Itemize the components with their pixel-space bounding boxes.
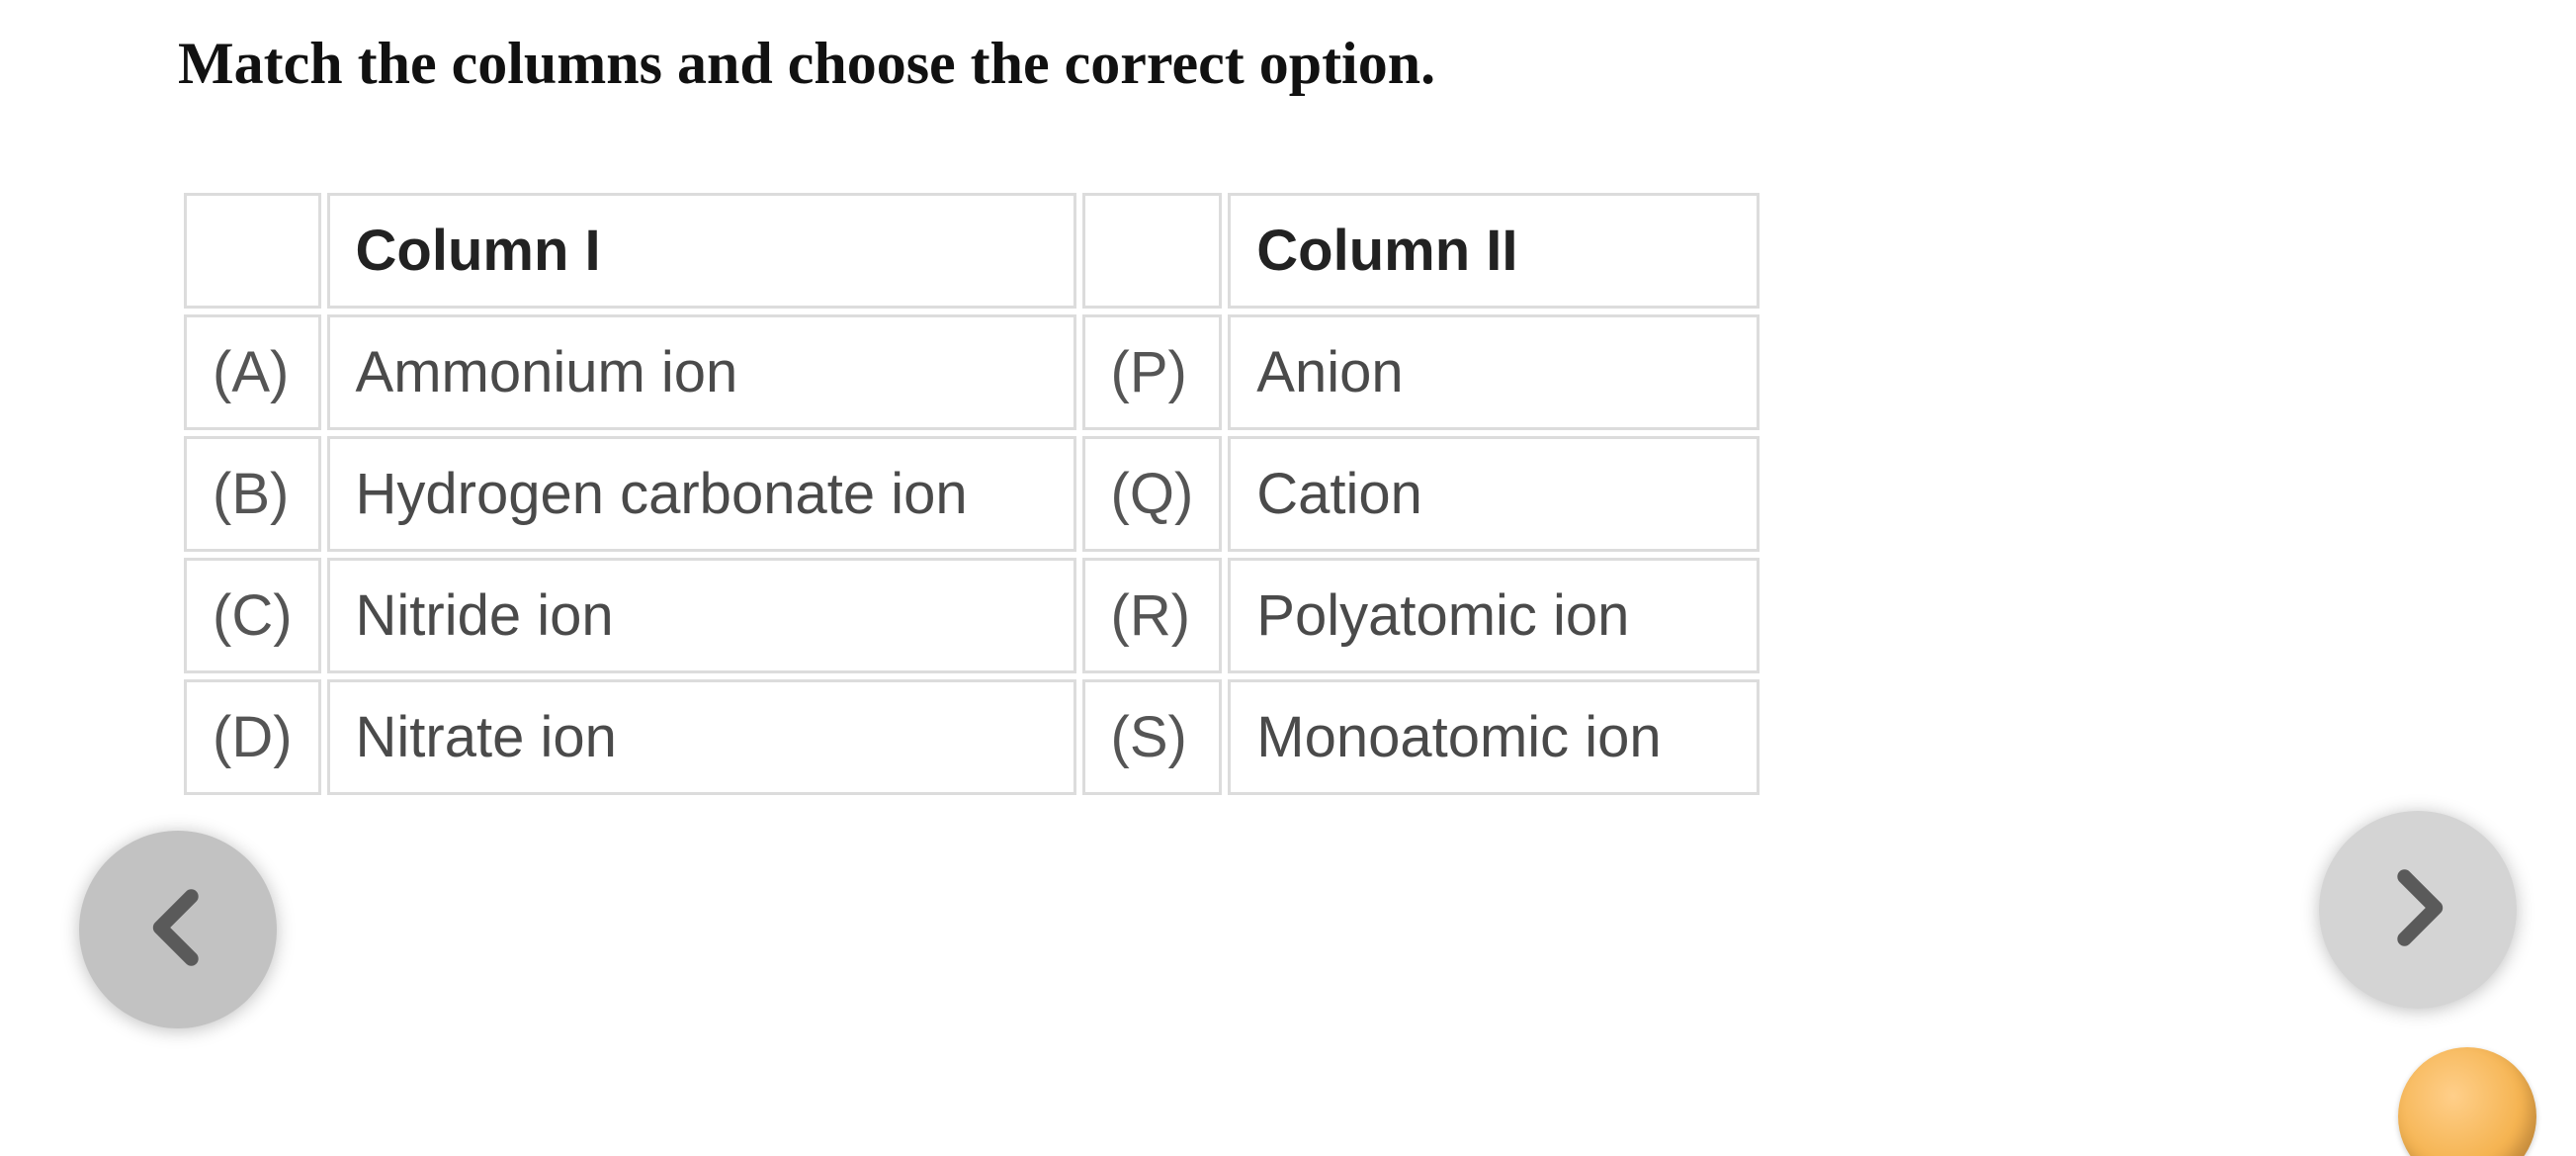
row-0-col2: Anion bbox=[1228, 314, 1760, 430]
row-2-label-2: (R) bbox=[1082, 558, 1223, 673]
row-0-col1: Ammonium ion bbox=[327, 314, 1076, 430]
previous-button[interactable] bbox=[79, 831, 277, 1028]
decorative-dot bbox=[2398, 1047, 2536, 1156]
question-heading: Match the columns and choose the correct… bbox=[178, 30, 2398, 98]
chevron-right-icon bbox=[2373, 863, 2462, 957]
table-row: (B) Hydrogen carbonate ion (Q) Cation bbox=[184, 436, 1760, 552]
question-page: Match the columns and choose the correct… bbox=[0, 0, 2576, 1156]
table-row: (D) Nitrate ion (S) Monoatomic ion bbox=[184, 679, 1760, 795]
row-3-col2: Monoatomic ion bbox=[1228, 679, 1760, 795]
row-1-col1: Hydrogen carbonate ion bbox=[327, 436, 1076, 552]
row-3-label-2: (S) bbox=[1082, 679, 1223, 795]
row-3-col1: Nitrate ion bbox=[327, 679, 1076, 795]
table-row: (A) Ammonium ion (P) Anion bbox=[184, 314, 1760, 430]
row-0-label-1: (A) bbox=[184, 314, 321, 430]
next-button[interactable] bbox=[2319, 811, 2517, 1009]
match-columns-table: Column I Column II (A) Ammonium ion (P) … bbox=[178, 187, 1765, 801]
row-2-col2: Polyatomic ion bbox=[1228, 558, 1760, 673]
table-header-row: Column I Column II bbox=[184, 193, 1760, 309]
column-2-header: Column II bbox=[1228, 193, 1760, 309]
column-1-header: Column I bbox=[327, 193, 1076, 309]
row-2-label-1: (C) bbox=[184, 558, 321, 673]
header-blank-2 bbox=[1082, 193, 1223, 309]
row-0-label-2: (P) bbox=[1082, 314, 1223, 430]
header-blank-1 bbox=[184, 193, 321, 309]
row-2-col1: Nitride ion bbox=[327, 558, 1076, 673]
row-3-label-1: (D) bbox=[184, 679, 321, 795]
table-row: (C) Nitride ion (R) Polyatomic ion bbox=[184, 558, 1760, 673]
row-1-label-2: (Q) bbox=[1082, 436, 1223, 552]
row-1-label-1: (B) bbox=[184, 436, 321, 552]
row-1-col2: Cation bbox=[1228, 436, 1760, 552]
chevron-left-icon bbox=[133, 883, 222, 977]
